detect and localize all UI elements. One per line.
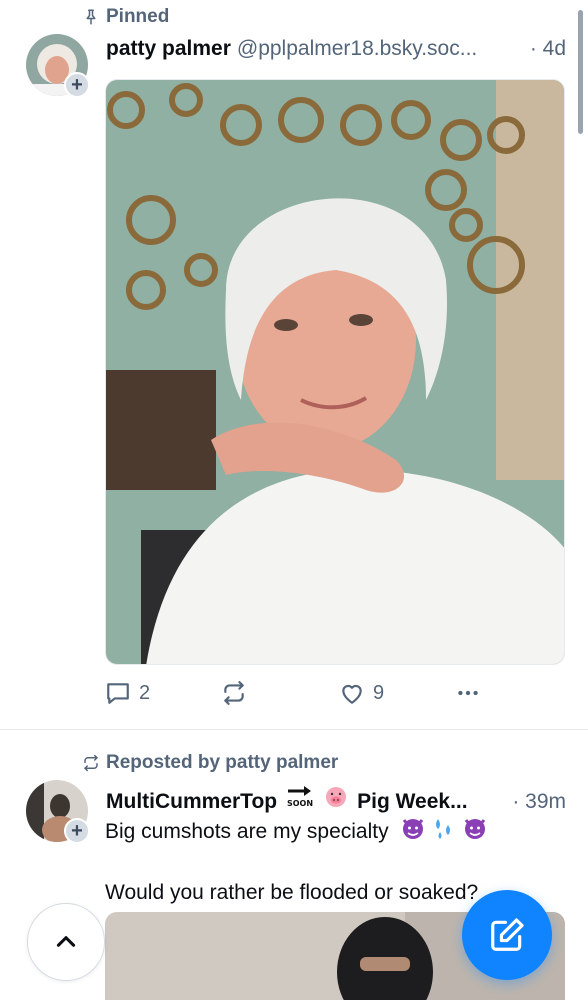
author-name[interactable]: MultiCummerTop: [106, 790, 277, 814]
avatar[interactable]: +: [26, 780, 90, 844]
scrollbar[interactable]: [578, 10, 583, 134]
ellipsis-icon: [458, 690, 478, 696]
repost-icon: [84, 754, 98, 772]
post-actions: 2 9: [105, 680, 485, 710]
reply-count: 2: [139, 681, 151, 704]
feed-post[interactable]: Pinned + patty palmer @pplpalmer18.bsky.…: [0, 0, 588, 730]
pinned-label: Pinned: [106, 6, 170, 27]
droplets-icon: [432, 815, 456, 850]
post-photo: [106, 80, 564, 664]
post-time[interactable]: · 39m: [512, 790, 566, 814]
soon-arrow-icon: SOON: [285, 784, 315, 808]
like-count: 9: [373, 681, 385, 704]
post-text-line-2: Would you rather be flooded or soaked?: [105, 881, 479, 904]
pig-face-icon: [323, 784, 349, 808]
repost-icon: [224, 681, 244, 705]
svg-text:SOON: SOON: [287, 799, 313, 808]
follow-plus-icon[interactable]: +: [64, 818, 90, 844]
heart-icon: [342, 684, 362, 704]
compose-button[interactable]: [462, 890, 552, 980]
post-image[interactable]: [105, 79, 565, 665]
post-header: patty palmer @pplpalmer18.bsky.soc... · …: [106, 37, 566, 61]
author-name-suffix[interactable]: Pig Week...: [357, 790, 468, 814]
author-name[interactable]: patty palmer: [106, 37, 231, 61]
avatar[interactable]: +: [26, 34, 90, 98]
repost-button[interactable]: [221, 680, 247, 706]
devil-icon: [462, 815, 488, 850]
post-time[interactable]: · 4d: [530, 37, 566, 61]
repost-indicator[interactable]: Reposted by patty palmer: [82, 752, 338, 774]
post-header: MultiCummerTop SOON Pig Week... · 39m: [106, 784, 566, 814]
author-handle[interactable]: @pplpalmer18.bsky.soc...: [237, 37, 524, 61]
pin-icon: [86, 9, 96, 25]
devil-icon: [400, 815, 426, 850]
chevron-up-icon: [56, 936, 76, 947]
like-button[interactable]: 9: [339, 680, 384, 706]
more-options-button[interactable]: [455, 680, 481, 706]
reply-icon: [107, 683, 129, 704]
pinned-indicator: Pinned: [82, 6, 169, 28]
post-text-line-1: Big cumshots are my specialty: [105, 820, 389, 844]
repost-label: Reposted by patty palmer: [106, 752, 339, 773]
compose-icon: [491, 918, 524, 951]
feed: Pinned + patty palmer @pplpalmer18.bsky.…: [0, 0, 588, 1000]
reply-button[interactable]: 2: [105, 680, 150, 706]
scroll-to-top-button[interactable]: [27, 903, 105, 981]
follow-plus-icon[interactable]: +: [64, 72, 90, 98]
